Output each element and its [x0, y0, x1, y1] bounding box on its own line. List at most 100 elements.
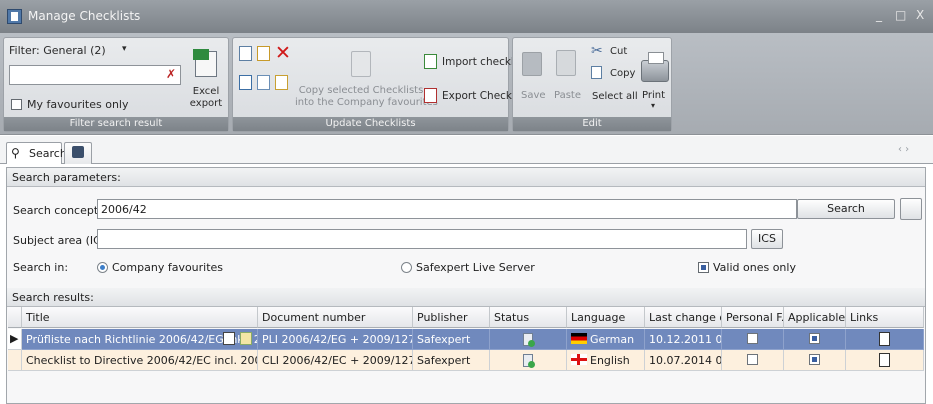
company-favourites-radio[interactable] — [97, 262, 108, 273]
cut-icon[interactable]: ✂ — [591, 43, 603, 59]
paste-button[interactable]: Paste — [554, 90, 581, 101]
search-params-header: Search parameters: — [7, 168, 925, 187]
valid-only-checkbox[interactable] — [698, 262, 709, 273]
edit-checklist-icon[interactable] — [257, 46, 270, 61]
filter-group-caption: Filter search result — [4, 117, 228, 131]
favourites-checkbox[interactable] — [11, 99, 22, 110]
paste-icon[interactable] — [556, 50, 576, 76]
col-language[interactable]: Language — [567, 307, 645, 328]
table-row[interactable]: Checklist to Directive 2006/42/EC incl. … — [8, 350, 924, 371]
row-last-change: 10.07.2014 00... — [645, 350, 722, 371]
save-icon[interactable] — [522, 52, 542, 76]
search-concept-label: Search concept: — [13, 204, 102, 217]
col-last-change[interactable]: Last change on — [645, 307, 722, 328]
row-publisher: Safexpert — [413, 329, 490, 350]
row-applicable-cell — [784, 329, 846, 350]
col-publisher[interactable]: Publisher — [413, 307, 490, 328]
status-valid-icon — [523, 354, 535, 368]
row-links-cell — [846, 350, 924, 371]
preview-icon[interactable] — [223, 332, 235, 345]
maximize-button[interactable]: □ — [895, 8, 906, 22]
row-applicable-cell — [784, 350, 846, 371]
col-personal[interactable]: Personal F... — [722, 307, 784, 328]
english-flag-icon — [571, 354, 587, 365]
row-links-cell — [846, 329, 924, 350]
ribbon: Filter: General (2) ▾ ✗ My favourites on… — [0, 33, 933, 135]
col-doc-number[interactable]: Document number — [258, 307, 413, 328]
valid-only-label: Valid ones only — [713, 261, 796, 274]
edit-row-icon[interactable] — [240, 332, 252, 345]
search-checklist-icon[interactable] — [239, 75, 252, 90]
print-button[interactable]: Print — [642, 90, 665, 101]
company-favourites-label: Company favourites — [112, 261, 224, 274]
excel-export-button[interactable]: export — [186, 98, 226, 109]
cut-button[interactable]: Cut — [610, 46, 627, 57]
link-document-icon[interactable] — [879, 353, 890, 367]
minimize-button[interactable]: _ — [876, 8, 882, 22]
close-button[interactable]: X — [916, 8, 924, 22]
advanced-search-icon[interactable] — [900, 198, 922, 220]
copy-icon[interactable] — [591, 66, 602, 79]
row-doc-number: CLI 2006/42/EC + 2009/127/EC (... — [258, 350, 413, 371]
col-links[interactable]: Links — [846, 307, 924, 328]
select-all-button[interactable]: Select all — [592, 91, 638, 102]
update-group-caption: Update Checklists — [233, 117, 508, 131]
tree-icon — [72, 146, 84, 158]
row-title[interactable]: Checklist to Directive 2006/42/EC incl. … — [22, 350, 258, 371]
tab-search[interactable]: ⚲ Search — [6, 142, 67, 164]
export-icon[interactable] — [424, 88, 437, 103]
copy-button[interactable]: Copy — [610, 68, 635, 79]
search-concept-value: 2006/42 — [101, 203, 147, 216]
filter-dropdown[interactable]: Filter: General (2) — [9, 44, 106, 57]
tab-tree[interactable] — [64, 142, 92, 164]
copy-to-favourites-label-1[interactable]: Copy selected Checklists — [295, 85, 427, 96]
open-folder-icon[interactable] — [275, 75, 288, 90]
excel-icon[interactable] — [193, 49, 217, 77]
col-status[interactable]: Status — [490, 307, 567, 328]
row-language-cell: English — [567, 350, 645, 371]
link-document-icon[interactable] — [879, 332, 890, 346]
row-language: German — [590, 333, 635, 346]
live-server-radio[interactable] — [401, 262, 412, 273]
subject-area-input[interactable] — [97, 229, 747, 249]
tab-scroll-arrows[interactable]: ‹ › — [898, 144, 909, 155]
chevron-down-icon[interactable]: ▾ — [122, 44, 127, 54]
row-indicator-cell — [8, 350, 22, 371]
row-indicator-icon: ▶ — [8, 329, 22, 350]
checklist-properties-icon[interactable] — [257, 75, 270, 90]
excel-export-label-1[interactable]: Excel — [186, 86, 226, 97]
row-last-change: 10.12.2011 00... — [645, 329, 722, 350]
row-language-cell: German — [567, 329, 645, 350]
col-applicable[interactable]: Applicable — [784, 307, 846, 328]
german-flag-icon — [571, 333, 587, 344]
copy-to-favourites-button[interactable]: into the Company favourites — [295, 97, 438, 108]
new-checklist-icon[interactable] — [239, 46, 252, 61]
print-chevron-down-icon[interactable]: ▾ — [651, 101, 655, 110]
personal-favourite-checkbox[interactable] — [747, 333, 758, 344]
printer-icon[interactable] — [641, 52, 669, 82]
favourites-label: My favourites only — [27, 98, 129, 111]
applicable-checkbox[interactable] — [809, 333, 820, 344]
filter-input[interactable]: ✗ — [9, 65, 181, 85]
clear-filter-icon[interactable]: ✗ — [166, 67, 176, 81]
app-icon — [7, 9, 22, 24]
search-button[interactable]: Search — [797, 199, 895, 219]
row-doc-number: PLI 2006/42/EG + 2009/127/EG (V... — [258, 329, 413, 350]
table-row[interactable]: ▶ Prüfliste nach Richtlinie 2006/42/EG i… — [8, 329, 924, 350]
filter-group: Filter: General (2) ▾ ✗ My favourites on… — [3, 37, 229, 132]
search-concept-input[interactable]: 2006/42 — [97, 199, 797, 219]
ics-button[interactable]: ICS — [751, 229, 783, 249]
results-header: Search results: — [7, 288, 925, 307]
live-server-label: Safexpert Live Server — [416, 261, 535, 274]
delete-icon[interactable]: ✕ — [275, 44, 291, 63]
import-icon[interactable] — [424, 54, 437, 69]
applicable-checkbox[interactable] — [809, 354, 820, 365]
update-checklists-group: ✕ Copy selected Checklists into the Comp… — [232, 37, 527, 132]
copy-to-favourites-icon[interactable] — [351, 51, 371, 77]
row-title-cell[interactable]: Prüfliste nach Richtlinie 2006/42/EG ink… — [22, 329, 258, 350]
edit-group-caption: Edit — [513, 117, 671, 131]
save-button[interactable]: Save — [521, 90, 546, 101]
search-in-label: Search in: — [13, 261, 69, 274]
personal-favourite-checkbox[interactable] — [747, 354, 758, 365]
col-title[interactable]: Title — [22, 307, 258, 328]
